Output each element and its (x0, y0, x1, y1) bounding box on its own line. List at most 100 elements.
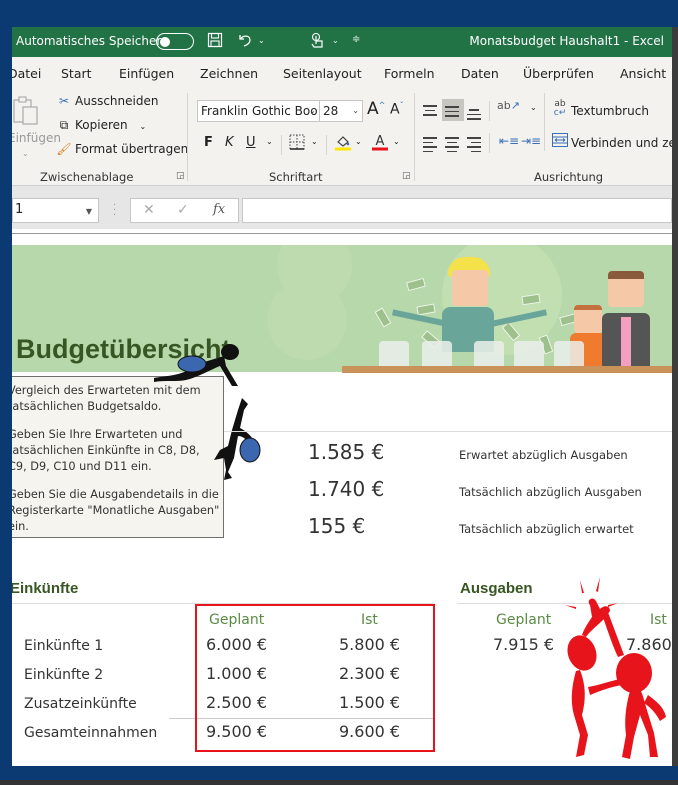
ribbon-separator (326, 135, 327, 155)
increase-indent-icon[interactable]: ⇥≡ (521, 134, 541, 148)
expenses-col-planned: Geplant (496, 612, 552, 628)
align-center-icon[interactable] (445, 134, 463, 152)
copy-button[interactable]: ⧉ Kopieren ⌄ (56, 118, 146, 133)
formula-buttons: ✕ ✓ fx (130, 198, 239, 223)
ribbon-tabs: Datei Start Einfügen Zeichnen Seitenlayo… (12, 57, 672, 89)
autosave-toggle[interactable] (156, 33, 194, 50)
highlight-box (195, 604, 435, 752)
paste-dropdown-icon[interactable]: ⌄ (22, 149, 29, 158)
climbers-clipart (154, 344, 261, 480)
tab-seitenlayout[interactable]: Seitenlayout (283, 66, 362, 81)
customize-quick-access-icon[interactable]: ≑ (352, 34, 360, 45)
shrink-font-button[interactable]: Aˇ (390, 101, 404, 118)
align-top-icon[interactable] (423, 102, 441, 120)
formula-bar: 1 ▼ · · · ✕ ✓ fx (12, 193, 672, 229)
cut-label: Ausschneiden (75, 94, 159, 108)
underline-dropdown-icon[interactable]: ⌄ (266, 137, 273, 146)
formula-input[interactable] (242, 198, 672, 223)
orientation-icon[interactable]: ab↗ (497, 99, 520, 112)
income-row-label: Einkünfte 2 (24, 667, 104, 683)
fill-color-icon[interactable] (334, 133, 352, 154)
tab-formeln[interactable]: Formeln (384, 66, 435, 81)
name-box[interactable]: 1 ▼ (12, 198, 99, 223)
enter-icon[interactable]: ✓ (177, 202, 189, 218)
clipboard-launcher-icon[interactable]: ◲ (176, 171, 185, 181)
clipboard-group-label: Zwischenablage (40, 170, 134, 184)
ribbon-separator (281, 135, 282, 155)
merge-center-button[interactable]: Verbinden und zentrieren (552, 133, 672, 150)
format-painter-label: Format übertragen (75, 142, 189, 156)
fill-color-swatch (335, 147, 351, 151)
window-shadow-bottom (0, 780, 678, 785)
undo-dropdown-icon[interactable]: ⌄ (258, 36, 265, 45)
grow-font-button[interactable]: A^ (367, 99, 385, 119)
wrap-text-label: Textumbruch (571, 104, 649, 118)
summary-divider (224, 431, 672, 432)
tab-start[interactable]: Start (61, 66, 92, 81)
format-painter-button[interactable]: 🖌 Format übertragen (56, 142, 188, 156)
title-bar: Automatisches Speichern ⌄ ⌄ ≑ Monatsbudg… (12, 27, 672, 57)
align-middle-icon[interactable] (445, 103, 463, 121)
save-icon[interactable] (207, 32, 223, 52)
copy-icon: ⧉ (59, 118, 69, 132)
wrap-text-button[interactable]: ab c↵ Textumbruch (552, 99, 649, 119)
insert-function-icon[interactable]: fx (213, 202, 225, 217)
summary-label: Erwartet abzüglich Ausgaben (459, 448, 628, 462)
income-row-label: Einkünfte 1 (24, 638, 104, 654)
font-size-select[interactable]: 28 ⌄ (319, 100, 363, 122)
fill-color-dropdown-icon[interactable]: ⌄ (355, 137, 362, 146)
document-title: Monatsbudget Haushalt1 - Excel (469, 34, 664, 48)
font-name-value: Franklin Gothic Boo (201, 104, 318, 118)
align-right-icon[interactable] (467, 134, 485, 152)
bold-button[interactable]: F (204, 135, 213, 150)
font-size-dropdown-icon: ⌄ (352, 106, 359, 115)
tab-ueberpruefen[interactable]: Überprüfen (523, 66, 594, 81)
borders-dropdown-icon[interactable]: ⌄ (311, 137, 318, 146)
undo-icon[interactable] (237, 32, 253, 52)
grow-font-icon: A (367, 99, 379, 119)
font-name-dropdown-icon: ⌄ (309, 106, 316, 115)
formula-bar-divider (12, 233, 672, 234)
tab-datei[interactable]: Datei (12, 66, 41, 81)
touch-mode-icon[interactable] (310, 32, 326, 54)
wrap-text-icon: ab c↵ (553, 99, 567, 118)
ribbon-bottom-edge (12, 185, 672, 193)
shrink-font-icon: A (390, 101, 400, 118)
italic-button[interactable]: K (225, 135, 234, 150)
tab-daten[interactable]: Daten (461, 66, 499, 81)
paste-icon[interactable] (12, 95, 42, 127)
font-name-select[interactable]: Franklin Gothic Boo ⌄ (197, 100, 320, 122)
font-launcher-icon[interactable]: ◲ (402, 171, 411, 181)
income-section-title: Einkünfte (12, 580, 79, 597)
decrease-indent-icon[interactable]: ⇤≡ (499, 134, 519, 148)
format-painter-icon: 🖌 (56, 142, 72, 156)
income-total-label: Gesamteinnahmen (24, 725, 158, 741)
align-bottom-icon[interactable] (467, 106, 485, 124)
income-row-label: Zusatzeinkünfte (24, 696, 137, 712)
tab-ansicht[interactable]: Ansicht (620, 66, 666, 81)
touch-dropdown-icon[interactable]: ⌄ (332, 36, 339, 45)
font-size-value: 28 (323, 104, 339, 118)
copy-dropdown-icon[interactable]: ⌄ (139, 122, 146, 131)
name-box-dropdown-icon[interactable]: ▼ (86, 207, 92, 216)
orientation-dropdown-icon[interactable]: ⌄ (530, 103, 537, 112)
merge-center-icon (552, 133, 568, 150)
borders-icon[interactable] (289, 134, 305, 153)
underline-button[interactable]: U (246, 135, 256, 150)
font-color-icon[interactable]: A (371, 133, 389, 154)
ribbon: Einfügen ⌄ ✂ Ausschneiden ⧉ Kopieren ⌄ 🖌 Fo… (12, 89, 672, 185)
ribbon-separator (544, 93, 545, 151)
tab-zeichnen[interactable]: Zeichnen (200, 66, 258, 81)
cancel-icon[interactable]: ✕ (143, 202, 155, 218)
merge-center-label: Verbinden und zentrieren (571, 136, 672, 150)
copy-label: Kopieren (75, 118, 128, 132)
summary-label: Tatsächlich abzüglich erwartet (459, 522, 634, 536)
ribbon-separator (187, 93, 188, 181)
font-color-dropdown-icon[interactable]: ⌄ (393, 137, 400, 146)
tab-einfuegen[interactable]: Einfügen (119, 66, 174, 81)
align-left-icon[interactable] (423, 134, 441, 152)
formula-bar-grip[interactable]: · · · (113, 201, 116, 221)
cut-button[interactable]: ✂ Ausschneiden (56, 94, 158, 108)
paste-button[interactable]: Einfügen (12, 131, 61, 145)
font-group-label: Schriftart (269, 170, 323, 184)
